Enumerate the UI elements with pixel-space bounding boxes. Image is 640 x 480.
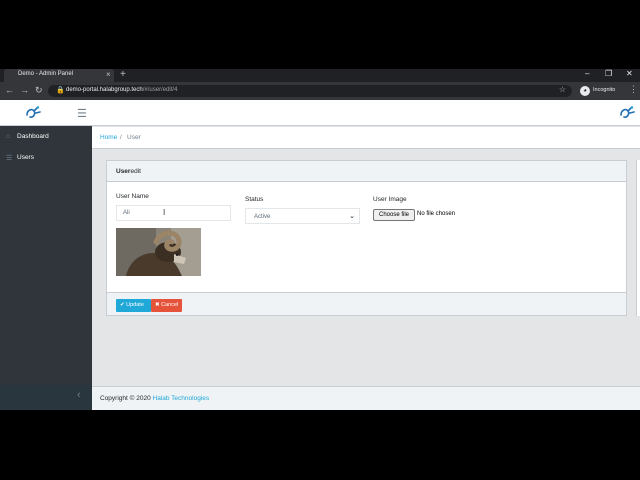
sidebar: ⌂ Dashboard ☰ Users ‹ [0,126,92,410]
back-icon[interactable]: ← [5,85,14,95]
browser-window: Demo - Admin Panel × + – ❐ ✕ ← → ↻ 🔒 dem… [0,69,640,410]
status-label: Status [245,196,264,203]
sidebar-item-users[interactable]: ☰ Users [0,148,92,168]
username-label: User Name [116,193,149,200]
tab-title: Demo - Admin Panel [18,71,74,77]
brand-logo-icon[interactable] [24,105,42,121]
card-header: Useredit [107,161,626,182]
sidebar-minimizer[interactable]: ‹ [0,385,92,410]
reload-icon[interactable]: ↻ [35,85,43,96]
sidebar-item-label: Users [17,154,34,161]
app-header: ☰ [0,100,640,126]
card-title: Useredit [116,168,141,175]
username-value: Ali [123,210,130,216]
user-photo [116,228,201,276]
card-footer: ✔ Update ✖ Cancel [107,292,626,315]
status-value: Active [254,214,271,220]
sidebar-item-dashboard[interactable]: ⌂ Dashboard [0,127,92,147]
sidebar-toggle-icon[interactable]: ☰ [77,107,87,120]
file-status-text: No file chosen [417,211,456,217]
lock-icon[interactable]: 🔒 [56,86,65,94]
update-button[interactable]: ✔ Update [116,299,151,312]
address-toolbar: ← → ↻ 🔒 demo-portal.halabgroup.tech/#/us… [0,82,640,100]
new-tab-icon[interactable]: + [120,69,126,80]
chevron-left-icon[interactable]: ‹ [77,389,81,401]
breadcrumb-separator: / [120,134,122,141]
breadcrumb-home-link[interactable]: Home [100,134,117,141]
minimize-icon[interactable]: – [585,69,589,78]
breadcrumb-current: User [127,134,141,141]
tab-close-icon[interactable]: × [106,70,111,79]
user-image-label: User Image [373,196,407,203]
tab-bar: Demo - Admin Panel × + – ❐ ✕ [0,69,640,82]
maximize-icon[interactable]: ❐ [605,69,612,78]
incognito-badge[interactable]: ◕ Incognito [578,85,622,97]
browser-tab[interactable]: Demo - Admin Panel × [4,69,114,82]
incognito-label: Incognito [593,87,616,93]
choose-file-button[interactable]: Choose file [373,209,415,221]
copyright-text: Copyright © 2020 Halab Technologies [100,395,210,402]
url-text: demo-portal.halabgroup.tech/#/user/edit/… [66,87,178,93]
text-cursor-icon: I [163,208,166,217]
cancel-button[interactable]: ✖ Cancel [151,299,182,312]
user-edit-card: Useredit User Name Ali I Status Active ⌄… [106,160,627,316]
bookmark-star-icon[interactable]: ☆ [559,85,566,94]
browser-menu-icon[interactable]: ⋮ [629,84,638,95]
aside-panel-edge [636,160,640,316]
app-footer: Copyright © 2020 Halab Technologies [92,386,640,410]
breadcrumb: Home / User [92,127,640,149]
chevron-down-icon: ⌄ [349,213,355,220]
company-link[interactable]: Halab Technologies [153,395,210,402]
incognito-icon: ◕ [580,86,590,96]
address-bar[interactable]: 🔒 demo-portal.halabgroup.tech/#/user/edi… [48,85,572,97]
forward-icon[interactable]: → [20,85,29,95]
username-input[interactable]: Ali I [116,205,231,221]
list-icon: ☰ [6,155,13,162]
sidebar-item-label: Dashboard [17,133,49,140]
user-logo-icon[interactable] [618,105,636,121]
window-close-icon[interactable]: ✕ [626,69,633,78]
home-icon: ⌂ [6,133,11,140]
status-select[interactable]: Active ⌄ [245,208,360,224]
